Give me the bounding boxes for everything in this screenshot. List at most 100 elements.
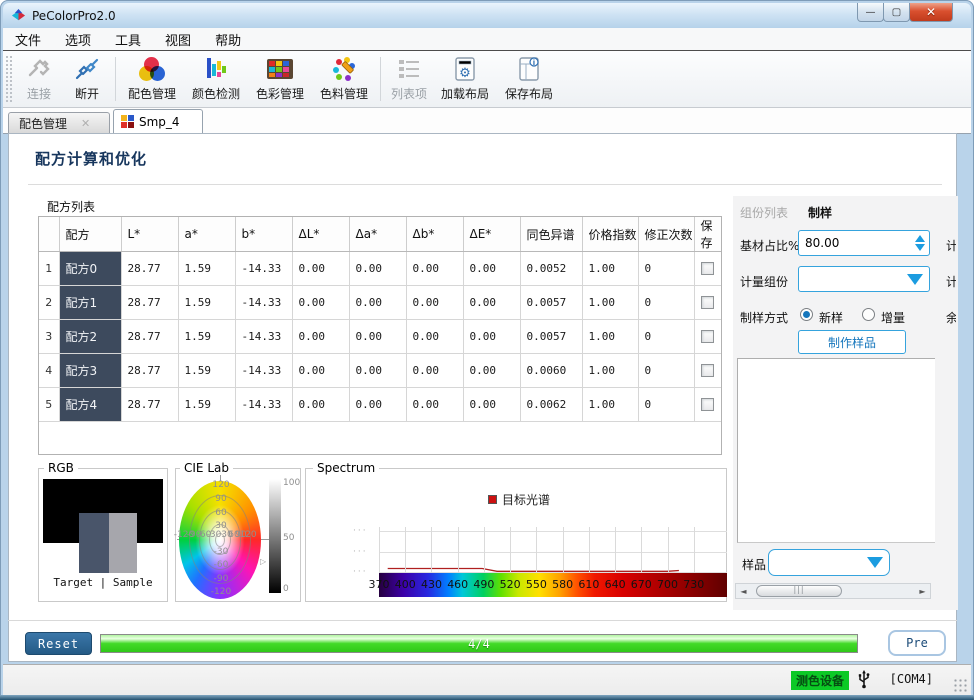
column-header[interactable]: 修正次数 (638, 217, 695, 252)
menu-help[interactable]: 帮助 (203, 28, 253, 51)
column-header[interactable]: ΔE* (463, 217, 521, 252)
column-header[interactable]: 保存 (694, 217, 721, 252)
column-header[interactable]: Δa* (349, 217, 407, 252)
disconnect-button[interactable]: 断开 (63, 51, 111, 107)
save-checkbox[interactable] (701, 296, 714, 310)
color-detection-button[interactable]: 颜色检测 (184, 51, 248, 107)
document-tab-bar: 配色管理 ✕ Smp_4 (3, 108, 971, 134)
value-cell: -14.33 (235, 251, 293, 286)
svg-text:⚙: ⚙ (459, 66, 471, 81)
save-checkbox[interactable] (701, 364, 714, 378)
row-number: 2 (39, 285, 60, 320)
scrollbar-thumb[interactable] (756, 585, 842, 597)
spin-up-icon[interactable] (915, 235, 925, 242)
formula-name-cell[interactable]: 配方4 (59, 387, 122, 422)
value-cell: 1.00 (582, 353, 639, 388)
gridline (667, 527, 669, 573)
substrate-ratio-input[interactable] (799, 236, 915, 250)
radio-new-sample[interactable] (800, 308, 813, 321)
menu-file[interactable]: 文件 (3, 28, 53, 51)
value-cell: 0.00 (406, 285, 464, 320)
spectrum-panel-label: Spectrum (313, 461, 380, 475)
reset-button[interactable]: Reset (25, 632, 92, 655)
gridline (588, 527, 590, 573)
sample-dropdown[interactable] (768, 549, 890, 576)
substrate-ratio-field[interactable] (798, 230, 930, 256)
column-header[interactable]: ΔL* (292, 217, 350, 252)
title-bar[interactable]: PeColorPro2.0 — ▢ ✕ (3, 3, 971, 28)
load-layout-button[interactable]: ⚙ 加载布局 (433, 51, 497, 107)
column-header[interactable]: 同色异谱 (520, 217, 583, 252)
row-number: 3 (39, 319, 60, 354)
toolbar-grip[interactable] (5, 55, 13, 103)
spin-down-icon[interactable] (915, 244, 925, 251)
row-number: 5 (39, 387, 60, 422)
scroll-left-icon[interactable]: ◄ (736, 587, 751, 596)
value-cell: 0.00 (292, 319, 350, 354)
formula-name-cell[interactable]: 配方1 (59, 285, 122, 320)
gridline (693, 527, 695, 573)
clipped-label: 计 (946, 239, 956, 253)
dropdown-arrow-icon[interactable] (867, 557, 883, 568)
measuring-component-dropdown[interactable] (798, 266, 930, 292)
colorant-management-button[interactable]: 色料管理 (312, 51, 376, 107)
column-header[interactable]: b* (235, 217, 293, 252)
tab-make-sample[interactable]: 制样 (808, 204, 832, 221)
x-axis-tick: 400 (394, 578, 416, 591)
table-row[interactable]: 2 配方1 28.77 1.59 -14.33 0.00 0.00 0.00 0.00 0.005… (39, 285, 721, 320)
cielab-panel: ▷ 120 90 60 30 -30 -60 -90 -120 -120 -90 -60 -30 30 6… (174, 468, 301, 602)
formula-name-cell[interactable]: 配方0 (59, 251, 122, 286)
maximize-button[interactable]: ▢ (883, 3, 910, 22)
tab-smp4[interactable]: Smp_4 (113, 109, 203, 134)
menu-options[interactable]: 选项 (53, 28, 103, 51)
table-row[interactable]: 5 配方4 28.77 1.59 -14.33 0.00 0.00 0.00 0.00 0.006… (39, 387, 721, 422)
value-cell: 1.59 (178, 319, 236, 354)
connect-icon (23, 55, 55, 82)
y-axis-tick: ··· (353, 526, 368, 536)
close-button[interactable]: ✕ (909, 3, 953, 22)
lab-axis-tick: 120 (239, 530, 257, 540)
value-cell: 0.0057 (520, 319, 583, 354)
lab-axis-tick: -120 (210, 587, 232, 597)
minimize-button[interactable]: — (857, 3, 884, 22)
dropdown-arrow-icon[interactable] (907, 273, 923, 285)
horizontal-scrollbar[interactable]: ◄ ► (735, 583, 931, 599)
tab-color-matching[interactable]: 配色管理 ✕ (8, 112, 110, 134)
make-sample-button[interactable]: 制作样品 (798, 330, 906, 354)
scroll-right-icon[interactable]: ► (915, 587, 930, 596)
table-row[interactable]: 4 配方3 28.77 1.59 -14.33 0.00 0.00 0.00 0.00 0.006… (39, 353, 721, 388)
color-detection-icon (200, 55, 232, 82)
save-checkbox[interactable] (701, 398, 714, 412)
color-matching-button[interactable]: 配色管理 (120, 51, 184, 107)
lightness-bar[interactable] (269, 479, 281, 593)
table-row[interactable]: 3 配方2 28.77 1.59 -14.33 0.00 0.00 0.00 0.00 0.005… (39, 319, 721, 354)
column-header[interactable]: a* (178, 217, 236, 252)
value-cell: 0.00 (349, 251, 407, 286)
color-management-button[interactable]: 色彩管理 (248, 51, 312, 107)
resize-grip[interactable] (953, 678, 967, 692)
menu-view[interactable]: 视图 (153, 28, 203, 51)
table-row[interactable]: 1 配方0 28.77 1.59 -14.33 0.00 0.00 0.00 0.00 0.005… (39, 251, 721, 286)
sample-list-box[interactable] (737, 358, 935, 543)
save-cell (694, 387, 721, 422)
save-checkbox[interactable] (701, 330, 714, 344)
formula-name-cell[interactable]: 配方2 (59, 319, 122, 354)
spinner[interactable] (915, 235, 929, 251)
x-axis-tick: 580 (552, 578, 574, 591)
formula-name-cell[interactable]: 配方3 (59, 353, 122, 388)
radio-increment[interactable] (862, 308, 875, 321)
rgb-caption: Target | Sample (53, 576, 153, 589)
value-cell: -14.33 (235, 319, 293, 354)
progress-text: 4/4 (468, 637, 490, 651)
tab-close-icon[interactable]: ✕ (81, 117, 90, 130)
column-header[interactable]: Δb* (406, 217, 464, 252)
column-header[interactable]: 配方 (59, 217, 122, 252)
tab-component-list[interactable]: 组份列表 (740, 204, 788, 221)
gridline (562, 527, 564, 573)
column-header[interactable]: 价格指数 (582, 217, 639, 252)
pre-button[interactable]: Pre (888, 630, 946, 656)
save-checkbox[interactable] (701, 262, 714, 276)
save-layout-button[interactable]: i 保存布局 (497, 51, 561, 107)
menu-tools[interactable]: 工具 (103, 28, 153, 51)
column-header[interactable]: L* (121, 217, 179, 252)
